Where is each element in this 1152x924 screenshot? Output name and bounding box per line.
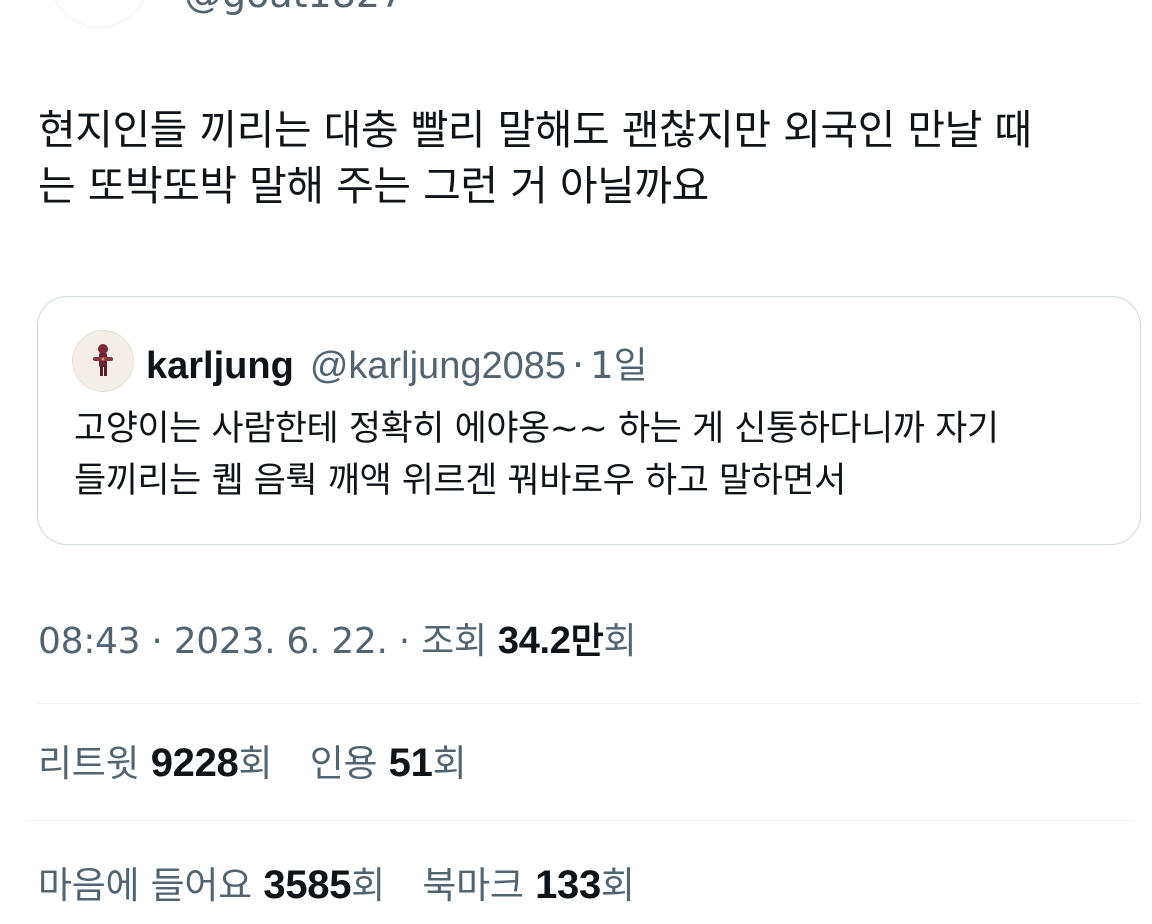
tweet-text-line: 현지인들 끼리는 대충 빨리 말해도 괜찮지만 외국인 만날 때 [38, 106, 1032, 154]
bookmarks-count: 133 [535, 863, 601, 907]
views-count[interactable]: 34.2 [498, 620, 571, 662]
quote-avatar[interactable] [72, 330, 134, 392]
tweet-text: 현지인들 끼리는 대충 빨리 말해도 괜찮지만 외국인 만날 때 는 또박또박 … [38, 102, 1128, 214]
retweets-stat[interactable]: 리트윗 9228회 [38, 733, 273, 787]
tweet-detail-page: @goat1827 현지인들 끼리는 대충 빨리 말해도 괜찮지만 외국인 만날… [0, 0, 1152, 924]
bookmarks-stat[interactable]: 북마크 133회 [422, 855, 635, 909]
retweets-count: 9228 [150, 741, 239, 785]
stats-row-reactions: 마음에 들어요 3585회 북마크 133회 [38, 855, 661, 909]
likes-label: 마음에 들어요 [38, 864, 264, 907]
bookmarks-label: 북마크 [422, 864, 536, 907]
quote-header: karljung @karljung2085 · 1일 [146, 335, 648, 388]
retweets-label: 리트윗 [38, 742, 151, 785]
quotes-stat[interactable]: 인용 51회 [310, 733, 467, 787]
views-label: 조회 [421, 621, 498, 662]
quotes-count: 51 [388, 741, 433, 785]
meta-separator: · [387, 621, 422, 662]
views-unit: 만 [570, 621, 604, 662]
quote-handle[interactable]: @karljung2085 [310, 345, 566, 388]
meta-separator: · [140, 621, 174, 662]
quote-display-name[interactable]: karljung [146, 345, 294, 388]
tweet-text-line: 는 또박또박 말해 주는 그런 거 아닐까요 [38, 162, 709, 210]
author-avatar[interactable] [42, 0, 156, 28]
retweets-suffix: 회 [238, 742, 273, 785]
likes-count: 3585 [263, 863, 352, 907]
quote-text-line: 들끼리는 퀩 음뤅 깨액 위르겐 꿔바로우 하고 말하면서 [74, 461, 846, 501]
cat-figure-icon [73, 331, 133, 391]
views-suffix: 회 [603, 621, 637, 662]
author-handle[interactable]: @goat1827 [184, 0, 404, 16]
quote-timestamp[interactable]: 1일 [590, 335, 648, 389]
quotes-suffix: 회 [432, 742, 467, 785]
tweet-date[interactable]: 2023. 6. 22. [174, 621, 388, 662]
likes-stat[interactable]: 마음에 들어요 3585회 [38, 855, 385, 909]
quote-text: 고양이는 사람한테 정확히 에야옹~~ 하는 게 신통하다니까 자기 들끼리는 … [74, 403, 1124, 507]
quotes-label: 인용 [309, 742, 389, 785]
likes-suffix: 회 [351, 864, 385, 907]
quote-separator: · [572, 343, 585, 387]
divider [38, 703, 1142, 704]
bookmarks-suffix: 회 [600, 864, 635, 907]
tweet-time[interactable]: 08:43 [38, 621, 141, 662]
tweet-meta: 08:43 · 2023. 6. 22. · 조회 34.2만회 [38, 612, 637, 664]
stats-row-engagement: 리트윗 9228회 인용 51회 [38, 733, 492, 787]
quoted-tweet-card[interactable]: karljung @karljung2085 · 1일 고양이는 사람한테 정확… [37, 296, 1141, 545]
quote-text-line: 고양이는 사람한테 정확히 에야옹~~ 하는 게 신통하다니까 자기 [74, 409, 999, 449]
divider [25, 820, 1135, 821]
